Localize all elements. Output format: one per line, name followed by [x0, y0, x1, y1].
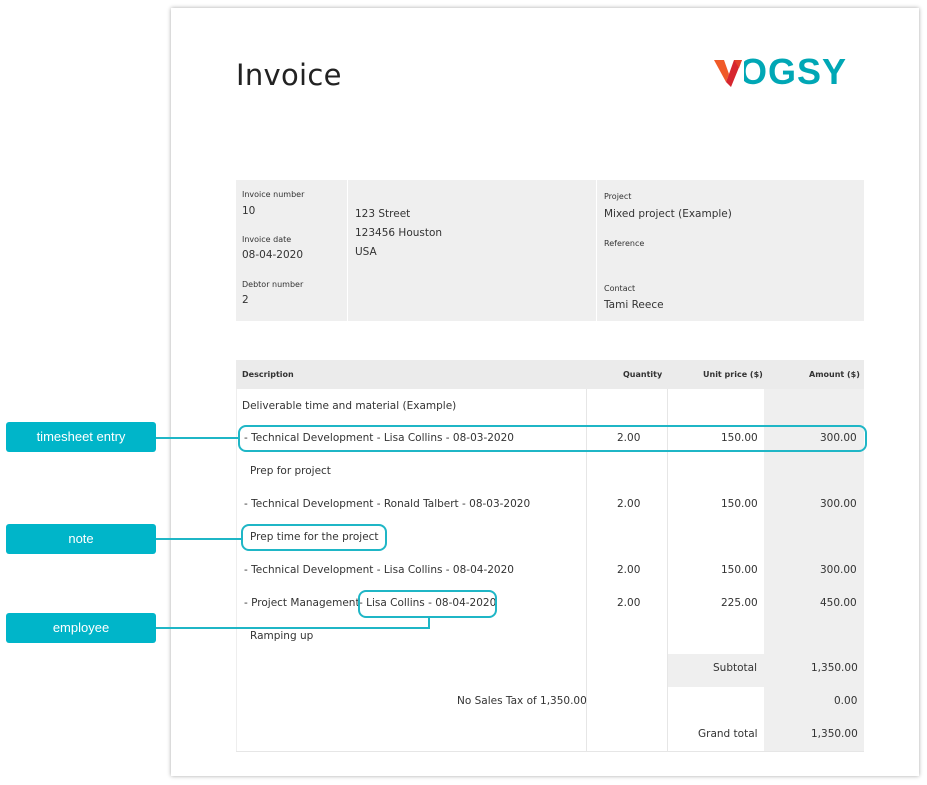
contact-name: Tami Reece — [604, 299, 664, 311]
row-note: Ramping up — [250, 630, 314, 642]
invoice-date-label: Invoice date — [242, 235, 292, 244]
address-line: 123 Street — [355, 208, 411, 220]
employee-highlight — [358, 590, 497, 618]
row-note: Prep for project — [250, 465, 331, 477]
invoice-info-box: Invoice number 10 Invoice date 08-04-202… — [236, 180, 864, 321]
header-quantity: Quantity — [623, 370, 663, 379]
header-amount: Amount ($) — [809, 370, 860, 379]
header-unit-price: Unit price ($) — [703, 370, 763, 379]
info-divider — [596, 180, 597, 321]
row-quantity: 2.00 — [617, 597, 641, 609]
invoice-title: Invoice — [236, 58, 342, 92]
invoice-number: 10 — [242, 205, 256, 217]
row-unit-price: 150.00 — [721, 498, 758, 510]
project-label: Project — [604, 192, 632, 201]
tax-label: No Sales Tax of 1,350.00 — [457, 695, 587, 707]
row-unit-price: 225.00 — [721, 597, 758, 609]
address-line: USA — [355, 246, 377, 258]
row-amount: 300.00 — [820, 564, 857, 576]
grand-total-label: Grand total — [698, 728, 758, 740]
row-description: - Technical Development - Lisa Collins -… — [244, 564, 514, 576]
callout-note: note — [6, 524, 156, 554]
grand-total-value: 1,350.00 — [811, 728, 858, 740]
logo-v-mark-icon — [714, 58, 744, 88]
row-amount: 450.00 — [820, 597, 857, 609]
contact-label: Contact — [604, 284, 636, 293]
row-unit-price: 150.00 — [721, 564, 758, 576]
callout-connector — [428, 617, 430, 629]
table-border — [236, 389, 237, 752]
row-description: - Technical Development - Ronald Talbert… — [244, 498, 531, 510]
debtor-number: 2 — [242, 294, 249, 306]
line-items-table: Description Quantity Unit price ($) Amou… — [236, 360, 864, 752]
callout-connector — [156, 437, 238, 439]
invoice-date: 08-04-2020 — [242, 249, 304, 261]
callout-connector — [156, 538, 241, 540]
row-amount: 300.00 — [820, 498, 857, 510]
tax-value: 0.00 — [834, 695, 858, 707]
project-name: Mixed project (Example) — [604, 208, 732, 220]
info-divider — [347, 180, 348, 321]
callout-employee: employee — [6, 613, 156, 643]
table-border — [236, 751, 864, 752]
subtotal-label: Subtotal — [713, 662, 757, 674]
header-description: Description — [242, 370, 294, 379]
row-quantity: 2.00 — [617, 498, 641, 510]
subtotal-value: 1,350.00 — [811, 662, 858, 674]
row-description-task: - Project Management — [244, 597, 360, 609]
callout-connector — [156, 627, 430, 629]
reference-label: Reference — [604, 239, 645, 248]
table-header — [236, 360, 864, 389]
note-highlight — [241, 524, 387, 551]
timesheet-entry-highlight — [238, 425, 867, 452]
row-description: Deliverable time and material (Example) — [242, 400, 457, 412]
vogsy-logo: VOGSY — [714, 52, 868, 92]
invoice-number-label: Invoice number — [242, 190, 305, 199]
debtor-number-label: Debtor number — [242, 280, 304, 289]
address-line: 123456 Houston — [355, 227, 443, 239]
callout-timesheet-entry: timesheet entry — [6, 422, 156, 452]
row-quantity: 2.00 — [617, 564, 641, 576]
